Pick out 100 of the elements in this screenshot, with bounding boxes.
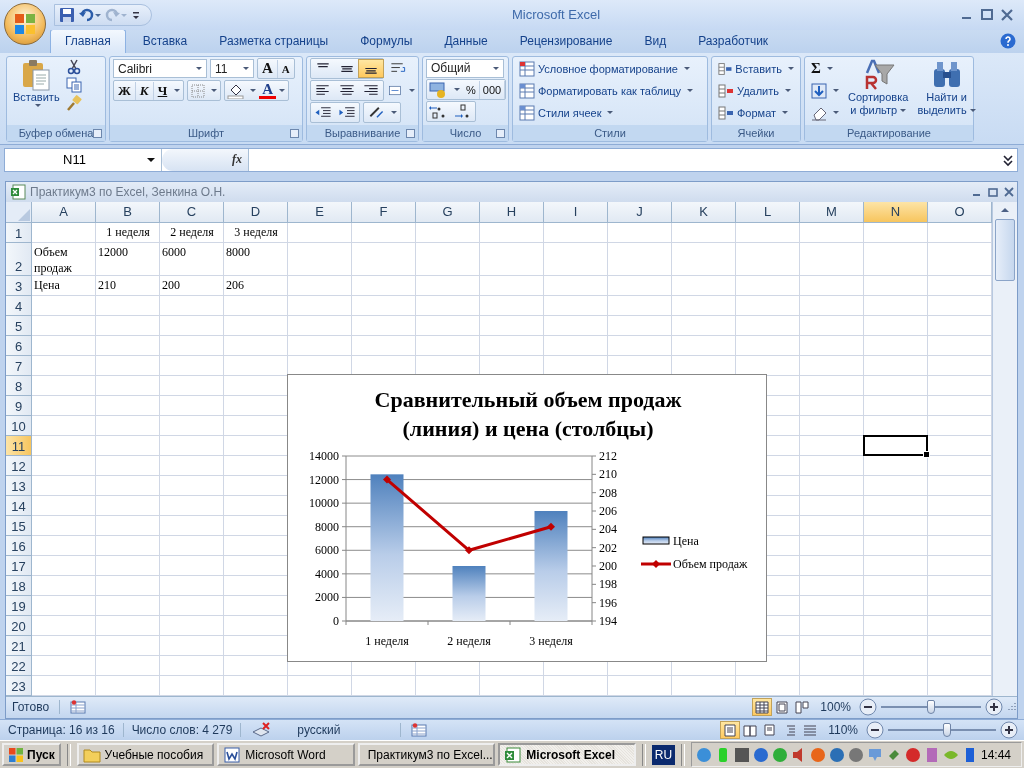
row-header[interactable]: 11: [6, 435, 32, 456]
ribbon-tab[interactable]: Разработчик: [683, 28, 784, 53]
row-header[interactable]: 17: [6, 555, 32, 576]
taskbar-button[interactable]: Microsoft Excel: [498, 743, 636, 767]
column-header[interactable]: H: [480, 201, 544, 223]
column-header[interactable]: C: [160, 201, 224, 223]
table-cell[interactable]: 1 неделя: [96, 222, 160, 243]
slider-thumb[interactable]: [927, 700, 935, 715]
row-header[interactable]: 22: [6, 655, 32, 676]
font-size-field[interactable]: 11: [210, 59, 254, 79]
column-header[interactable]: K: [672, 201, 736, 223]
styles-menu-button[interactable]: Условное форматирование: [516, 58, 704, 79]
taskbar-button[interactable]: Учебные пособия: [76, 743, 215, 767]
table-cell[interactable]: 3 неделя: [224, 222, 288, 243]
column-header[interactable]: A: [32, 201, 96, 223]
copy-icon[interactable]: [65, 76, 82, 93]
scrollbar-thumb[interactable]: [995, 218, 1015, 281]
scissors-icon[interactable]: [65, 58, 82, 75]
find-select-button[interactable]: Найти и выделить: [914, 58, 979, 123]
zoom-in-button[interactable]: [1000, 721, 1018, 740]
row-header[interactable]: 12: [6, 455, 32, 476]
close-icon[interactable]: [1003, 185, 1015, 198]
dialog-launcher-icon[interactable]: [93, 128, 102, 138]
zoom-out-button[interactable]: [859, 698, 877, 717]
scroll-up-icon[interactable]: [1000, 205, 1010, 214]
row-header[interactable]: 16: [6, 535, 32, 556]
table-cell[interactable]: 210: [96, 275, 160, 296]
table-cell[interactable]: 200: [160, 275, 224, 296]
italic-button[interactable]: К: [135, 81, 154, 100]
shrink-font-button[interactable]: A: [277, 59, 294, 78]
language-indicator[interactable]: русский: [283, 723, 402, 738]
save-icon[interactable]: [59, 6, 75, 23]
sort-filter-button[interactable]: Сортировка и фильтр: [845, 58, 912, 123]
ribbon-tab[interactable]: Формулы: [345, 28, 428, 53]
table-cell[interactable]: 206: [224, 275, 288, 296]
word-count[interactable]: Число слов: 4 279: [123, 723, 242, 738]
clock[interactable]: 14:44: [980, 747, 1017, 762]
number-format-field[interactable]: Общий: [426, 58, 504, 78]
column-header[interactable]: E: [288, 201, 352, 223]
caret-icon[interactable]: [174, 89, 181, 93]
row-header[interactable]: 19: [6, 595, 32, 616]
zoom-level[interactable]: 110%: [828, 723, 858, 738]
keyboard-language-indicator[interactable]: RU: [651, 744, 676, 765]
grow-font-button[interactable]: A: [258, 59, 278, 78]
caret-icon[interactable]: [211, 89, 218, 93]
zoom-level[interactable]: 100%: [820, 700, 851, 715]
column-header[interactable]: I: [544, 201, 608, 223]
table-cell[interactable]: 6000: [160, 242, 224, 276]
row-header[interactable]: 9: [6, 395, 32, 416]
row-header[interactable]: 21: [6, 635, 32, 656]
column-header[interactable]: B: [96, 201, 160, 223]
vertical-align-icon[interactable]: [359, 60, 383, 78]
cells-menu-button[interactable]: Удалить: [715, 80, 797, 101]
cells-menu-button[interactable]: Формат: [715, 102, 797, 123]
row-header[interactable]: 6: [6, 335, 32, 356]
column-header[interactable]: O: [928, 201, 992, 223]
column-header[interactable]: N: [864, 201, 928, 223]
column-header[interactable]: M: [800, 201, 864, 223]
dialog-launcher-icon[interactable]: [290, 128, 299, 138]
ribbon-tab[interactable]: Разметка страницы: [204, 28, 344, 53]
taskbar-button[interactable]: Microsoft Word: [217, 743, 355, 767]
row-header[interactable]: 2: [6, 242, 32, 276]
caret-icon[interactable]: [279, 89, 286, 93]
table-cell[interactable]: 2 неделя: [160, 222, 224, 243]
row-header[interactable]: 18: [6, 575, 32, 596]
view-button[interactable]: [752, 698, 773, 717]
caret-icon[interactable]: [454, 88, 460, 92]
page-count[interactable]: Страница: 16 из 16: [0, 723, 124, 738]
ribbon-tab[interactable]: Данные: [429, 28, 503, 53]
column-header[interactable]: L: [736, 201, 800, 223]
styles-menu-button[interactable]: Стили ячеек: [516, 102, 704, 123]
undo-icon[interactable]: [79, 6, 101, 23]
macro-record-icon[interactable]: [411, 723, 428, 738]
dialog-launcher-icon[interactable]: [406, 128, 415, 138]
office-button[interactable]: [4, 3, 46, 45]
row-header[interactable]: 14: [6, 495, 32, 516]
styles-menu-button[interactable]: Форматировать как таблицу: [516, 80, 704, 101]
column-header[interactable]: G: [416, 201, 480, 223]
percent-button[interactable]: %: [463, 80, 480, 99]
vertical-scrollbar[interactable]: [992, 201, 1017, 696]
paste-button[interactable]: Вставить: [10, 58, 63, 123]
format-painter-icon[interactable]: [65, 94, 82, 111]
row-header[interactable]: 15: [6, 515, 32, 536]
row-header[interactable]: 23: [6, 675, 32, 696]
row-header[interactable]: 4: [6, 295, 32, 316]
table-cell[interactable]: Цена: [32, 275, 96, 296]
row-header[interactable]: 7: [6, 355, 32, 376]
row-header[interactable]: 13: [6, 475, 32, 496]
ribbon-tab[interactable]: Рецензирование: [504, 28, 628, 53]
start-button[interactable]: Пуск: [2, 743, 61, 767]
caret-icon[interactable]: [391, 111, 397, 115]
fill-color-icon[interactable]: [227, 82, 246, 99]
thousands-button[interactable]: 000: [479, 80, 506, 99]
bold-button[interactable]: Ж: [114, 81, 136, 100]
dialog-launcher-icon[interactable]: [496, 128, 505, 138]
table-cell[interactable]: 8000: [224, 242, 288, 276]
table-cell[interactable]: 12000: [96, 242, 160, 276]
restore-icon[interactable]: [987, 185, 999, 198]
caret-icon[interactable]: [409, 89, 415, 93]
slider-thumb[interactable]: [943, 723, 952, 738]
